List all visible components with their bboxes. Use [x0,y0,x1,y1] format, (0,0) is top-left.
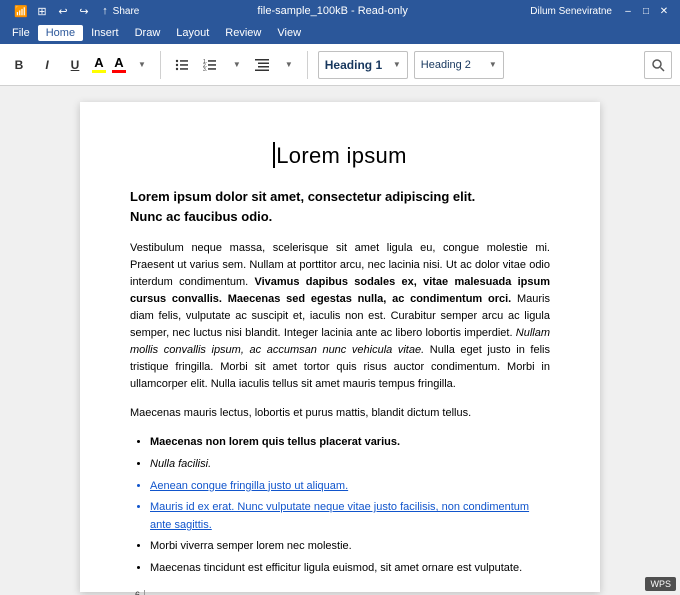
list-chevron-icon: ▼ [233,60,241,69]
numbered-list-button[interactable]: 1. 2. 3. [199,54,221,76]
title-bar-text: file-sample_100kB - Read-only [135,5,530,17]
grid-icon[interactable]: ⊞ [33,2,51,20]
list-item: Mauris id ex erat. Nunc vulputate neque … [150,499,550,534]
bold-button[interactable]: B [8,54,30,76]
bullet-list-button[interactable] [171,54,193,76]
list-item: Aenean congue fringilla justo ut aliquam… [150,478,550,496]
close-button[interactable]: ✕ [656,3,672,19]
list-item: Morbi viverra semper lorem nec molestie. [150,538,550,556]
indent-increase-button[interactable] [251,54,273,76]
font-a-label: A [114,56,123,70]
menu-bar: File Home Insert Draw Layout Review View [0,22,680,44]
title-bar-right: Dilum Seneviratne – □ ✕ [530,3,672,19]
username: Dilum Seneviratne [530,6,612,17]
indent-chevron-icon: ▼ [285,60,293,69]
menu-layout[interactable]: Layout [168,25,217,41]
svg-text:3.: 3. [203,67,207,72]
separator-1 [160,51,161,79]
menu-review[interactable]: Review [217,25,269,41]
heading1-label: Heading 1 [325,58,391,72]
menu-draw[interactable]: Draw [127,25,169,41]
undo-icon[interactable]: ↩ [54,2,72,20]
heading2-label: Heading 2 [421,59,487,71]
list-item: Maecenas tincidunt est efficitur ligula … [150,560,550,578]
list-item: Nulla facilisi. [150,456,550,474]
ribbon: B I U A A ▼ 1. 2. 3. ▼ [0,44,680,86]
chart-y-axis: 12 10 8 6 [130,590,140,595]
quick-access-toolbar: 📶 ⊞ ↩ ↪ ↑ Share [12,2,135,20]
document-area[interactable]: Lorem ipsum Lorem ipsum dolor sit amet, … [0,86,680,595]
title-filename: file-sample_100kB - Read-only [257,5,407,17]
title-bar: 📶 ⊞ ↩ ↪ ↑ Share file-sample_100kB - Read… [0,0,680,22]
document-body-paragraph: Vestibulum neque massa, scelerisque sit … [130,240,550,393]
chart-bars [144,590,266,595]
underline-button[interactable]: U [64,54,86,76]
document-subtitle: Lorem ipsum dolor sit amet, consectetur … [130,187,550,226]
maximize-button[interactable]: □ [638,3,654,19]
italic-button[interactable]: I [36,54,58,76]
heading1-style-selector[interactable]: Heading 1 ▼ [318,51,408,79]
cursor-before-title [273,142,275,168]
minimize-button[interactable]: – [620,3,636,19]
heading2-style-selector[interactable]: Heading 2 ▼ [414,51,504,79]
wps-badge: WPS [645,577,676,591]
highlight-color-button[interactable]: A [92,56,106,73]
heading1-chevron-icon: ▼ [393,60,401,69]
search-button[interactable] [644,51,672,79]
menu-view[interactable]: View [269,25,309,41]
document-title: Lorem ipsum [130,142,550,169]
list-dropdown[interactable]: ▼ [227,58,245,71]
highlight-color-bar [92,70,106,73]
font-color-bar [112,70,126,73]
indent-dropdown[interactable]: ▼ [279,58,297,71]
chart-bars-area [144,590,266,595]
menu-home[interactable]: Home [38,25,83,41]
menu-file[interactable]: File [4,25,38,41]
share-label[interactable]: Share [117,2,135,20]
y-label: 6 [135,590,140,595]
redo-icon[interactable]: ↪ [75,2,93,20]
chevron-down-icon: ▼ [138,60,146,69]
highlight-a-label: A [94,56,103,70]
window-controls: – □ ✕ [620,3,672,19]
separator-2 [307,51,308,79]
bullet-list: Maecenas non lorem quis tellus placerat … [150,434,550,577]
font-color-button[interactable]: A [112,56,126,73]
heading2-chevron-icon: ▼ [489,60,497,69]
share-icon[interactable]: ↑ [96,2,114,20]
menu-insert[interactable]: Insert [83,25,127,41]
document-intro-line: Maecenas mauris lectus, lobortis et puru… [130,405,550,422]
document-page: Lorem ipsum Lorem ipsum dolor sit amet, … [80,102,600,592]
wifi-icon: 📶 [12,2,30,20]
chart-container: 12 10 8 6 [130,590,550,595]
font-color-dropdown[interactable]: ▼ [132,58,150,71]
list-item: Maecenas non lorem quis tellus placerat … [150,434,550,452]
